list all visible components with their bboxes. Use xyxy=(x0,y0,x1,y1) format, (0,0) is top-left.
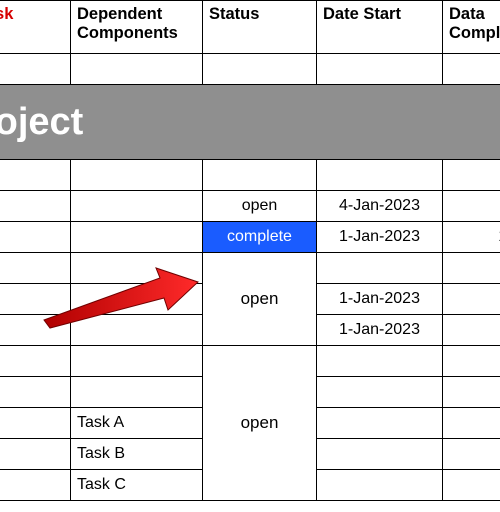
cell-date-start[interactable]: 4-Jan-2023 xyxy=(317,191,443,222)
cell-dependent[interactable]: Task B xyxy=(71,439,203,470)
cell[interactable] xyxy=(443,160,500,191)
cell-task[interactable] xyxy=(0,346,71,377)
spreadsheet[interactable]: Task Dependent Components Status Date St… xyxy=(0,0,500,501)
col-header-date-start[interactable]: Date Start xyxy=(317,1,443,54)
table-row[interactable] xyxy=(0,54,500,85)
cell-date-start[interactable]: 1-Jan-2023 xyxy=(317,284,443,315)
cell-date-start[interactable]: 1-Jan-2023 xyxy=(317,315,443,346)
col-header-dependent[interactable]: Dependent Components xyxy=(71,1,203,54)
cell-dependent[interactable] xyxy=(71,284,203,315)
col-header-status[interactable]: Status xyxy=(203,1,317,54)
cell[interactable] xyxy=(0,160,71,191)
cell-dependent[interactable] xyxy=(71,346,203,377)
cell-date-complete[interactable] xyxy=(443,191,500,222)
cell-task[interactable] xyxy=(0,439,71,470)
cell-dependent[interactable] xyxy=(71,191,203,222)
table-row[interactable]: open xyxy=(0,346,500,377)
cell-task[interactable] xyxy=(0,408,71,439)
cell[interactable] xyxy=(443,54,500,85)
cell-date-start[interactable] xyxy=(317,439,443,470)
banner-cell: Project xyxy=(0,85,500,160)
table-row[interactable]: open 4-Jan-2023 xyxy=(0,191,500,222)
cell-date-complete[interactable]: 10 xyxy=(443,222,500,253)
cell-date-start[interactable] xyxy=(317,408,443,439)
cell[interactable] xyxy=(71,54,203,85)
cell[interactable] xyxy=(0,54,71,85)
cell-date-start[interactable] xyxy=(317,377,443,408)
cell-dependent[interactable] xyxy=(71,377,203,408)
cell-date-start[interactable] xyxy=(317,346,443,377)
cell-task[interactable] xyxy=(0,222,71,253)
cell-status-merged[interactable]: open xyxy=(203,253,317,346)
cell-status[interactable]: complete xyxy=(203,222,317,253)
cell[interactable] xyxy=(203,160,317,191)
cell-status-merged[interactable]: open xyxy=(203,346,317,501)
cell-task[interactable] xyxy=(0,253,71,284)
cell-task[interactable] xyxy=(0,377,71,408)
cell-date-complete[interactable] xyxy=(443,284,500,315)
cell-date-complete[interactable] xyxy=(443,315,500,346)
cell-date-start[interactable]: 1-Jan-2023 xyxy=(317,222,443,253)
cell-task[interactable] xyxy=(0,191,71,222)
banner-title: Project xyxy=(0,101,83,143)
col-header-task[interactable]: Task xyxy=(0,1,71,54)
table-row[interactable]: open xyxy=(0,253,500,284)
cell-date-start[interactable] xyxy=(317,253,443,284)
cell-date-complete[interactable] xyxy=(443,346,500,377)
cell-dependent[interactable]: Task A xyxy=(71,408,203,439)
cell[interactable] xyxy=(71,160,203,191)
cell-task[interactable] xyxy=(0,315,71,346)
col-header-date-complete[interactable]: Data Complete xyxy=(443,1,500,54)
cell-date-complete[interactable] xyxy=(443,470,500,501)
cell-status[interactable]: open xyxy=(203,191,317,222)
header-row: Task Dependent Components Status Date St… xyxy=(0,1,500,54)
cell-date-start[interactable] xyxy=(317,470,443,501)
cell[interactable] xyxy=(317,54,443,85)
cell-dependent[interactable] xyxy=(71,315,203,346)
section-banner: Project xyxy=(0,85,500,160)
table-row[interactable] xyxy=(0,160,500,191)
cell[interactable] xyxy=(203,54,317,85)
table[interactable]: Task Dependent Components Status Date St… xyxy=(0,0,500,501)
cell-date-complete[interactable] xyxy=(443,377,500,408)
table-row[interactable]: complete 1-Jan-2023 10 xyxy=(0,222,500,253)
cell-date-complete[interactable] xyxy=(443,439,500,470)
cell-dependent[interactable]: Task C xyxy=(71,470,203,501)
cell-dependent[interactable] xyxy=(71,222,203,253)
cell-task[interactable] xyxy=(0,470,71,501)
cell-task[interactable] xyxy=(0,284,71,315)
cell-date-complete[interactable] xyxy=(443,408,500,439)
cell[interactable] xyxy=(317,160,443,191)
cell-date-complete[interactable] xyxy=(443,253,500,284)
cell-dependent[interactable] xyxy=(71,253,203,284)
